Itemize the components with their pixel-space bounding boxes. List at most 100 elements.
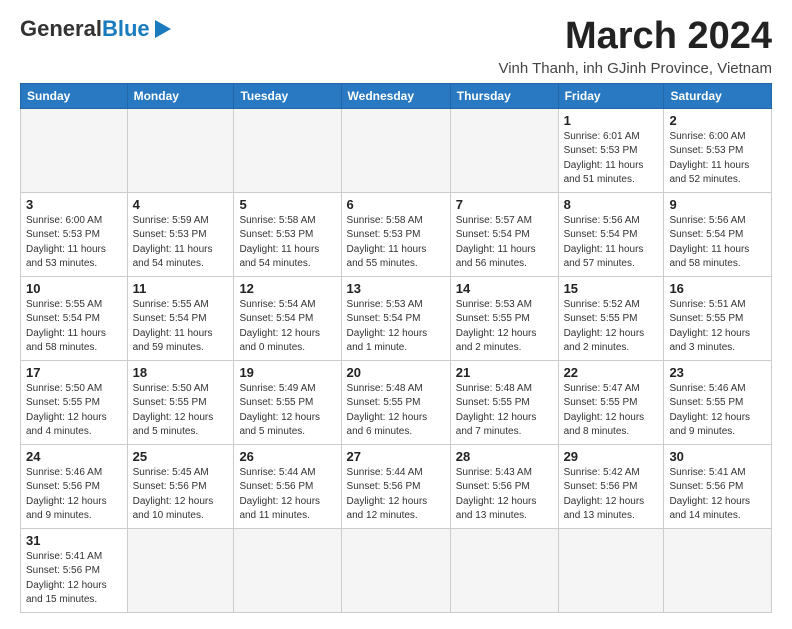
day-info: Sunrise: 5:47 AM Sunset: 5:55 PM Dayligh… — [564, 382, 659, 440]
calendar-week-row: 1 Sunrise: 6:01 AM Sunset: 5:53 PM Daylig… — [21, 108, 772, 192]
day-info: Sunrise: 5:55 AM Sunset: 5:54 PM Dayligh… — [133, 298, 229, 356]
day-info: Sunrise: 5:59 AM Sunset: 5:53 PM Dayligh… — [133, 214, 229, 272]
day-info: Sunrise: 5:42 AM Sunset: 5:56 PM Dayligh… — [564, 466, 659, 524]
calendar-cell: 23Sunrise: 5:46 AM Sunset: 5:55 PM Dayli… — [664, 360, 772, 444]
title-area: March 2024 Vinh Thanh, inh GJinh Provinc… — [498, 16, 772, 77]
day-number: 18 — [133, 365, 229, 380]
location-subtitle: Vinh Thanh, inh GJinh Province, Vietnam — [498, 60, 772, 77]
col-saturday: Saturday — [664, 83, 772, 108]
day-number: 7 — [456, 197, 553, 212]
calendar-cell: 24 Sunrise: 5:46 AM Sunset: 5:56 PM Dayli… — [21, 444, 128, 528]
calendar-cell: 15Sunrise: 5:52 AM Sunset: 5:55 PM Dayli… — [558, 276, 664, 360]
calendar-cell: 19 Sunrise: 5:49 AM Sunset: 5:55 PM Dayli… — [234, 360, 341, 444]
day-info: Sunrise: 5:56 AM Sunset: 5:54 PM Dayligh… — [564, 214, 659, 272]
day-info: Sunrise: 5:58 AM Sunset: 5:53 PM Dayligh… — [347, 214, 445, 272]
calendar-cell: 16 Sunrise: 5:51 AM Sunset: 5:55 PM Dayli… — [664, 276, 772, 360]
calendar-cell: 20Sunrise: 5:48 AM Sunset: 5:55 PM Dayli… — [341, 360, 450, 444]
calendar-cell — [450, 528, 558, 612]
day-info: Sunrise: 5:49 AM Sunset: 5:55 PM Dayligh… — [239, 382, 335, 440]
calendar-cell: 26Sunrise: 5:44 AM Sunset: 5:56 PM Dayli… — [234, 444, 341, 528]
calendar-cell: 17 Sunrise: 5:50 AM Sunset: 5:55 PM Dayli… — [21, 360, 128, 444]
calendar-week-row: 3 Sunrise: 6:00 AM Sunset: 5:53 PM Daylig… — [21, 192, 772, 276]
day-number: 21 — [456, 365, 553, 380]
day-number: 14 — [456, 281, 553, 296]
calendar-cell: 3 Sunrise: 6:00 AM Sunset: 5:53 PM Daylig… — [21, 192, 128, 276]
calendar-cell: 18 Sunrise: 5:50 AM Sunset: 5:55 PM Dayli… — [127, 360, 234, 444]
calendar-week-row: 17 Sunrise: 5:50 AM Sunset: 5:55 PM Dayli… — [21, 360, 772, 444]
day-info: Sunrise: 5:51 AM Sunset: 5:55 PM Dayligh… — [669, 298, 766, 356]
day-info: Sunrise: 5:50 AM Sunset: 5:55 PM Dayligh… — [26, 382, 122, 440]
calendar-cell — [127, 108, 234, 192]
day-info: Sunrise: 6:00 AM Sunset: 5:53 PM Dayligh… — [669, 130, 766, 188]
day-info: Sunrise: 5:58 AM Sunset: 5:53 PM Dayligh… — [239, 214, 335, 272]
day-number: 29 — [564, 449, 659, 464]
day-info: Sunrise: 5:45 AM Sunset: 5:56 PM Dayligh… — [133, 466, 229, 524]
day-number: 30 — [669, 449, 766, 464]
day-info: Sunrise: 5:50 AM Sunset: 5:55 PM Dayligh… — [133, 382, 229, 440]
day-number: 28 — [456, 449, 553, 464]
day-number: 9 — [669, 197, 766, 212]
day-number: 10 — [26, 281, 122, 296]
calendar-cell — [341, 108, 450, 192]
calendar-cell: 31 Sunrise: 5:41 AM Sunset: 5:56 PM Dayli… — [21, 528, 128, 612]
day-number: 8 — [564, 197, 659, 212]
calendar-cell: 2 Sunrise: 6:00 AM Sunset: 5:53 PM Daylig… — [664, 108, 772, 192]
day-number: 2 — [669, 113, 766, 128]
day-number: 20 — [347, 365, 445, 380]
day-number: 31 — [26, 533, 122, 548]
calendar-cell: 1 Sunrise: 6:01 AM Sunset: 5:53 PM Daylig… — [558, 108, 664, 192]
day-info: Sunrise: 5:57 AM Sunset: 5:54 PM Dayligh… — [456, 214, 553, 272]
calendar-cell: 21 Sunrise: 5:48 AM Sunset: 5:55 PM Dayli… — [450, 360, 558, 444]
calendar-cell: 25 Sunrise: 5:45 AM Sunset: 5:56 PM Dayli… — [127, 444, 234, 528]
calendar-cell: 13Sunrise: 5:53 AM Sunset: 5:54 PM Dayli… — [341, 276, 450, 360]
day-info: Sunrise: 6:01 AM Sunset: 5:53 PM Dayligh… — [564, 130, 659, 188]
day-info: Sunrise: 5:55 AM Sunset: 5:54 PM Dayligh… — [26, 298, 122, 356]
calendar-cell: 22 Sunrise: 5:47 AM Sunset: 5:55 PM Dayli… — [558, 360, 664, 444]
calendar-cell: 5Sunrise: 5:58 AM Sunset: 5:53 PM Daylig… — [234, 192, 341, 276]
day-number: 22 — [564, 365, 659, 380]
calendar-cell: 29 Sunrise: 5:42 AM Sunset: 5:56 PM Dayli… — [558, 444, 664, 528]
calendar-cell: 6 Sunrise: 5:58 AM Sunset: 5:53 PM Daylig… — [341, 192, 450, 276]
calendar-cell: 12Sunrise: 5:54 AM Sunset: 5:54 PM Dayli… — [234, 276, 341, 360]
calendar-cell: 4 Sunrise: 5:59 AM Sunset: 5:53 PM Daylig… — [127, 192, 234, 276]
day-number: 26 — [239, 449, 335, 464]
day-number: 6 — [347, 197, 445, 212]
day-number: 23 — [669, 365, 766, 380]
day-info: Sunrise: 5:54 AM Sunset: 5:54 PM Dayligh… — [239, 298, 335, 356]
calendar-cell — [664, 528, 772, 612]
calendar-header-row: Sunday Monday Tuesday Wednesday Thursday… — [21, 83, 772, 108]
calendar-week-row: 10 Sunrise: 5:55 AM Sunset: 5:54 PM Dayli… — [21, 276, 772, 360]
day-info: Sunrise: 5:56 AM Sunset: 5:54 PM Dayligh… — [669, 214, 766, 272]
day-number: 25 — [133, 449, 229, 464]
calendar-cell: 8 Sunrise: 5:56 AM Sunset: 5:54 PM Daylig… — [558, 192, 664, 276]
day-number: 15 — [564, 281, 659, 296]
calendar-cell — [450, 108, 558, 192]
day-info: Sunrise: 6:00 AM Sunset: 5:53 PM Dayligh… — [26, 214, 122, 272]
day-info: Sunrise: 5:46 AM Sunset: 5:56 PM Dayligh… — [26, 466, 122, 524]
day-number: 1 — [564, 113, 659, 128]
calendar-cell: 11 Sunrise: 5:55 AM Sunset: 5:54 PM Dayli… — [127, 276, 234, 360]
day-info: Sunrise: 5:48 AM Sunset: 5:55 PM Dayligh… — [456, 382, 553, 440]
calendar-cell: 10 Sunrise: 5:55 AM Sunset: 5:54 PM Dayli… — [21, 276, 128, 360]
day-number: 19 — [239, 365, 335, 380]
col-tuesday: Tuesday — [234, 83, 341, 108]
calendar-cell: 14Sunrise: 5:53 AM Sunset: 5:55 PM Dayli… — [450, 276, 558, 360]
col-sunday: Sunday — [21, 83, 128, 108]
calendar-cell — [234, 528, 341, 612]
day-number: 11 — [133, 281, 229, 296]
day-info: Sunrise: 5:41 AM Sunset: 5:56 PM Dayligh… — [26, 550, 122, 608]
calendar-table: Sunday Monday Tuesday Wednesday Thursday… — [20, 83, 772, 613]
day-number: 16 — [669, 281, 766, 296]
day-number: 13 — [347, 281, 445, 296]
calendar-cell — [21, 108, 128, 192]
day-number: 17 — [26, 365, 122, 380]
day-number: 3 — [26, 197, 122, 212]
calendar-week-row: 31 Sunrise: 5:41 AM Sunset: 5:56 PM Dayli… — [21, 528, 772, 612]
col-monday: Monday — [127, 83, 234, 108]
calendar-cell: 7 Sunrise: 5:57 AM Sunset: 5:54 PM Daylig… — [450, 192, 558, 276]
calendar-cell — [558, 528, 664, 612]
calendar-cell: 9 Sunrise: 5:56 AM Sunset: 5:54 PM Daylig… — [664, 192, 772, 276]
day-number: 4 — [133, 197, 229, 212]
day-number: 24 — [26, 449, 122, 464]
calendar-cell — [127, 528, 234, 612]
